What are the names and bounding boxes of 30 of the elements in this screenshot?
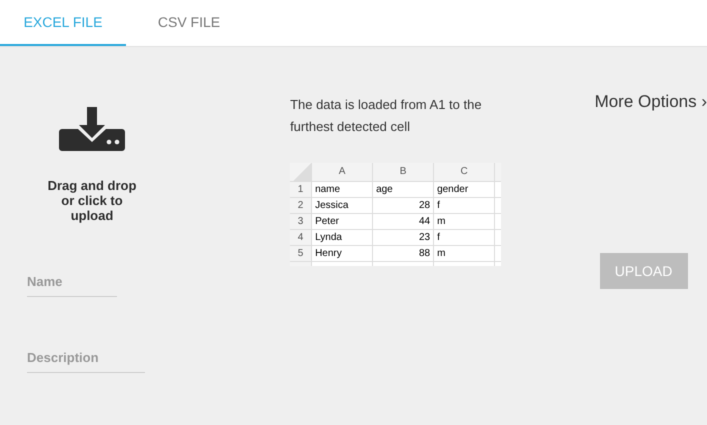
dropzone-text[interactable]: Drag and drop or click to upload — [42, 178, 142, 223]
row-number: 4 — [298, 232, 304, 243]
tab[interactable]: EXCEL FILE — [0, 0, 126, 46]
row-number: 3 — [298, 216, 304, 227]
sheet-cell: f — [437, 200, 440, 211]
sheet-cell: gender — [437, 184, 468, 195]
sheet-cell: 28 — [418, 200, 430, 211]
sheet-cell: m — [437, 216, 446, 227]
row-number: 5 — [298, 248, 304, 259]
sheet-cell: 44 — [418, 216, 430, 227]
sheet-cell: Jessica — [315, 200, 348, 211]
sheet-cell: Lynda — [315, 232, 342, 243]
text-field[interactable]: Name — [27, 270, 117, 297]
text-field[interactable]: Description — [27, 346, 145, 373]
sheet-cell: 88 — [418, 248, 430, 259]
sheet-cell: age — [376, 184, 393, 195]
column-header: A — [338, 166, 346, 177]
sheet-cell: f — [437, 232, 440, 243]
row-number: 1 — [298, 184, 304, 195]
sheet-cell: Peter — [315, 216, 339, 227]
row-number: 2 — [298, 200, 304, 211]
column-header: C — [460, 166, 468, 177]
more-options-link[interactable]: More Options › — [594, 92, 707, 112]
sheet-cell: Henry — [315, 248, 342, 259]
column-header: B — [400, 166, 406, 177]
sheet-cell: 23 — [418, 232, 430, 243]
sheet-cell: name — [315, 184, 340, 195]
sheet-cell: m — [437, 248, 446, 259]
info-text: The data is loaded from A1 to the furthest detected cell — [290, 96, 483, 136]
tab[interactable]: CSV FILE — [126, 0, 252, 46]
